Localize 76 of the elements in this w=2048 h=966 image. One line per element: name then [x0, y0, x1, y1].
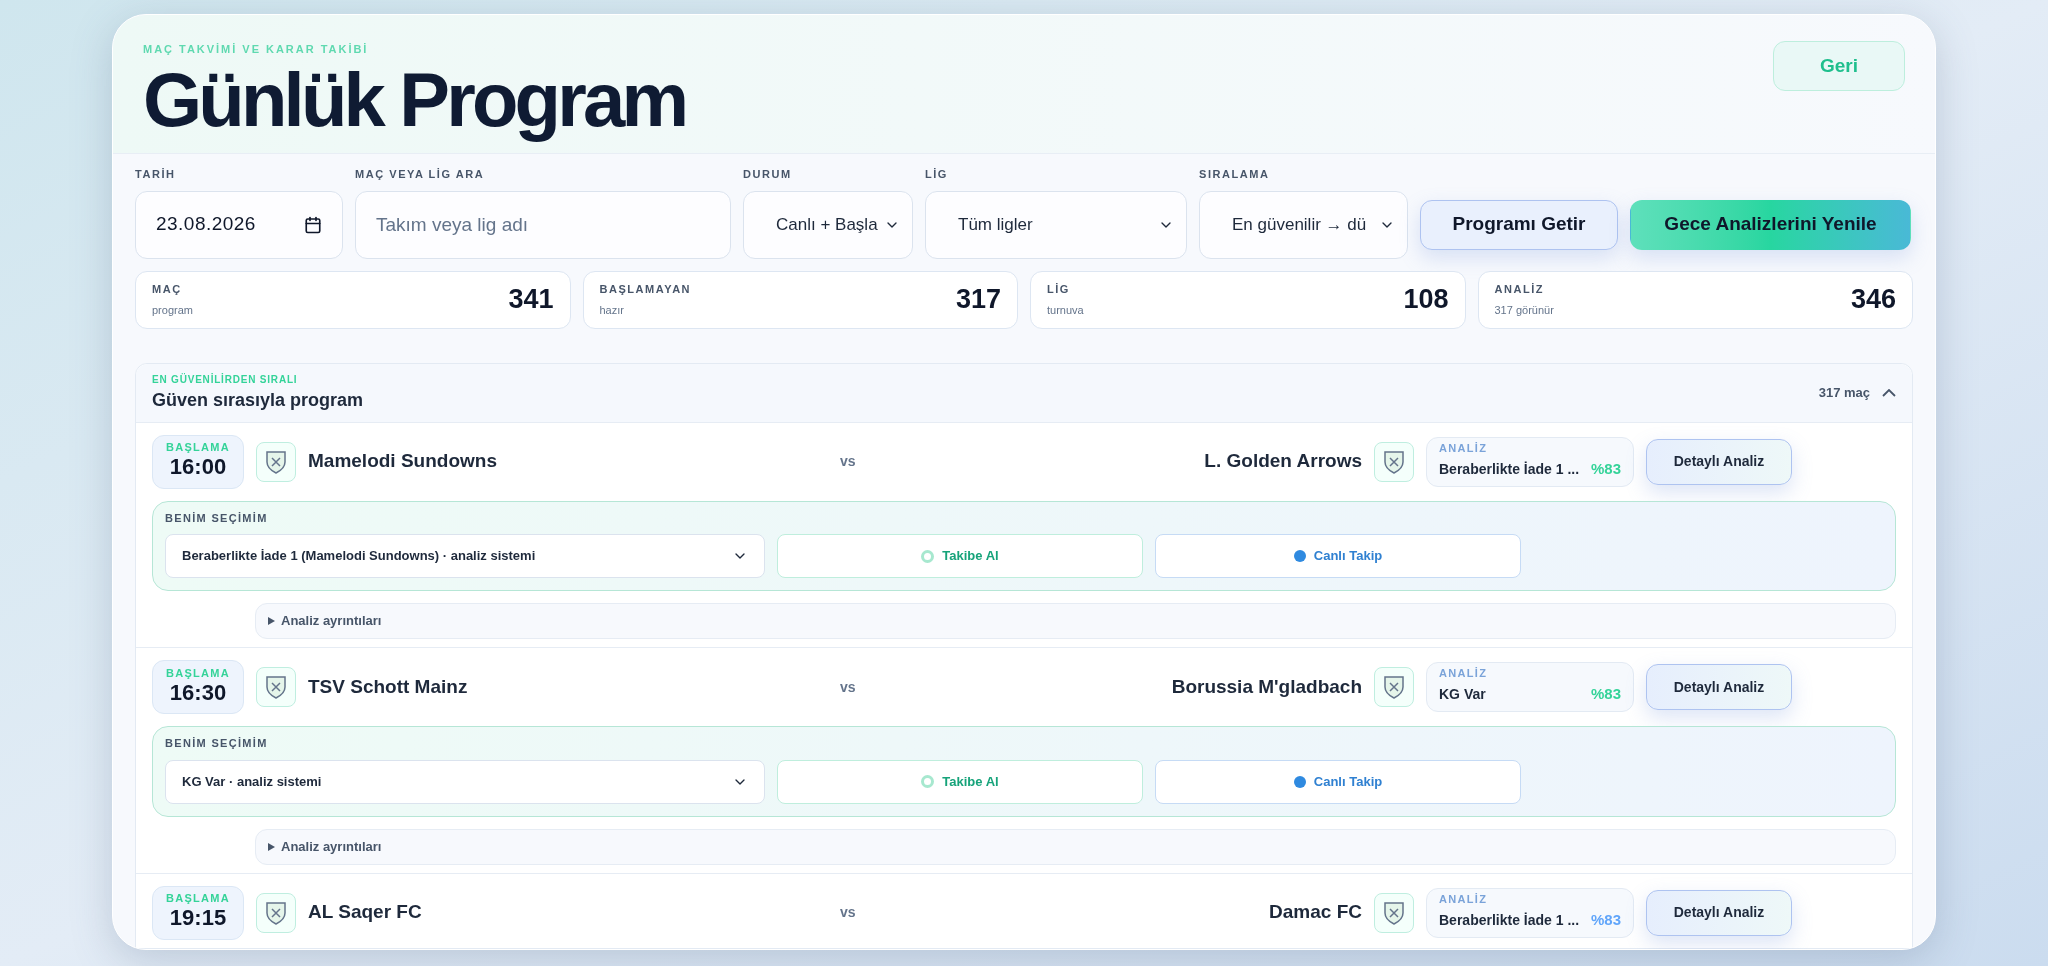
away-team: Damac FC [1269, 900, 1362, 925]
live-tracking-button[interactable]: Canlı Takip [1155, 534, 1521, 578]
team-crest-icon [256, 441, 296, 482]
away-team: L. Golden Arrows [1204, 449, 1362, 474]
collapse-toggle[interactable] [1882, 388, 1896, 397]
detailed-analysis-button[interactable]: Detaylı Analiz [1646, 664, 1792, 710]
stat-label: LİG [1047, 282, 1071, 297]
team-crest-icon [1374, 667, 1414, 707]
stat-value: 317 [955, 283, 1001, 317]
calendar-icon [304, 215, 322, 234]
search-field[interactable]: Takım veya lig adı [355, 190, 731, 259]
confidence-value: %83 [1590, 909, 1621, 930]
analysis-details-toggle[interactable]: Analiz ayrıntıları [255, 603, 1896, 639]
stat-label: BAŞLAMAYAN [599, 282, 692, 297]
dropdown-select[interactable]: En güvenilir → dü [1199, 190, 1408, 259]
detailed-analysis-button[interactable]: Detaylı Analiz [1646, 438, 1792, 485]
stat-value: 346 [1850, 283, 1896, 317]
filter-label: DURUM [743, 167, 793, 182]
filter-label: MAÇ VEYA LİG ARA [355, 167, 486, 182]
team-crest-icon [256, 667, 296, 707]
stat-sublabel: 317 görünür [1494, 302, 1554, 318]
section-title: Güven sırasıyla program [152, 388, 364, 412]
filter-label: LİG [925, 167, 949, 182]
confidence-value: %83 [1590, 684, 1621, 705]
team-crest-icon [1374, 441, 1414, 482]
stat-label: ANALİZ [1494, 282, 1546, 297]
chevron-up-icon [1882, 388, 1896, 397]
page-eyebrow: MAÇ TAKVİMİ VE KARAR TAKİBİ [143, 42, 370, 57]
versus-label: vs [840, 903, 857, 922]
analysis-details-toggle[interactable]: Analiz ayrıntıları [255, 828, 1896, 865]
live-tracking-button[interactable]: Canlı Takip [1155, 759, 1521, 804]
filter-label: SIRALAMA [1199, 167, 1271, 182]
stat-sublabel: hazır [599, 302, 625, 318]
stat-sublabel: program [152, 302, 193, 318]
match-count: 317 maç [1818, 383, 1870, 402]
my-pick-label: BENİM SEÇİMİM [165, 736, 269, 751]
start-label: BAŞLAMA [165, 667, 231, 679]
team-crest-icon [1374, 892, 1414, 933]
date-field[interactable]: 23.08.2026 [135, 190, 343, 259]
analysis-label: ANALİZ [1439, 442, 1489, 454]
analysis-label: ANALİZ [1439, 893, 1489, 905]
ring-icon [921, 549, 935, 563]
action-button[interactable]: Programı Getir [1420, 199, 1618, 250]
triangle-right-icon [268, 617, 275, 625]
start-label: BAŞLAMA [165, 442, 231, 454]
filter-label: TARİH [135, 167, 177, 182]
action-button[interactable]: Gece Analizlerini Yenile [1630, 199, 1911, 250]
home-team: TSV Schott Mainz [308, 674, 469, 699]
pick-select[interactable]: Beraberlikte İade 1 (Mamelodi Sundowns) · analiz sistemi [165, 534, 765, 578]
triangle-right-icon [268, 842, 275, 851]
start-time: 16:30 [169, 679, 227, 707]
start-time: 16:00 [169, 453, 227, 481]
analysis-pick: KG Var [1439, 685, 1486, 704]
ring-icon [921, 775, 935, 788]
stat-label: MAÇ [152, 282, 183, 297]
team-crest-icon [256, 892, 296, 933]
dropdown-select[interactable]: Canlı + Başla [743, 190, 913, 259]
stat-value: 108 [1403, 283, 1449, 317]
analysis-label: ANALİZ [1439, 668, 1489, 680]
home-team: Mamelodi Sundowns [308, 449, 498, 474]
versus-label: vs [840, 677, 857, 697]
versus-label: vs [840, 452, 857, 471]
stat-value: 341 [508, 283, 554, 317]
my-pick-label: BENİM SEÇİMİM [165, 510, 269, 526]
start-time: 19:15 [169, 904, 227, 932]
start-label: BAŞLAMA [165, 893, 231, 905]
section-eyebrow: EN GÜVENİLİRDEN SIRALI [152, 372, 299, 387]
confidence-value: %83 [1590, 458, 1621, 479]
stat-sublabel: turnuva [1047, 302, 1084, 318]
home-team: AL Saqer FC [308, 900, 423, 925]
analysis-pick: Beraberlikte İade 1 ... [1439, 910, 1580, 930]
detailed-analysis-button[interactable]: Detaylı Analiz [1646, 889, 1792, 936]
dropdown-select[interactable]: Tüm ligler [925, 190, 1187, 259]
away-team: Borussia M'gladbach [1171, 674, 1362, 699]
pick-select[interactable]: KG Var · analiz sistemi [165, 759, 765, 804]
analysis-pick: Beraberlikte İade 1 ... [1439, 459, 1580, 479]
